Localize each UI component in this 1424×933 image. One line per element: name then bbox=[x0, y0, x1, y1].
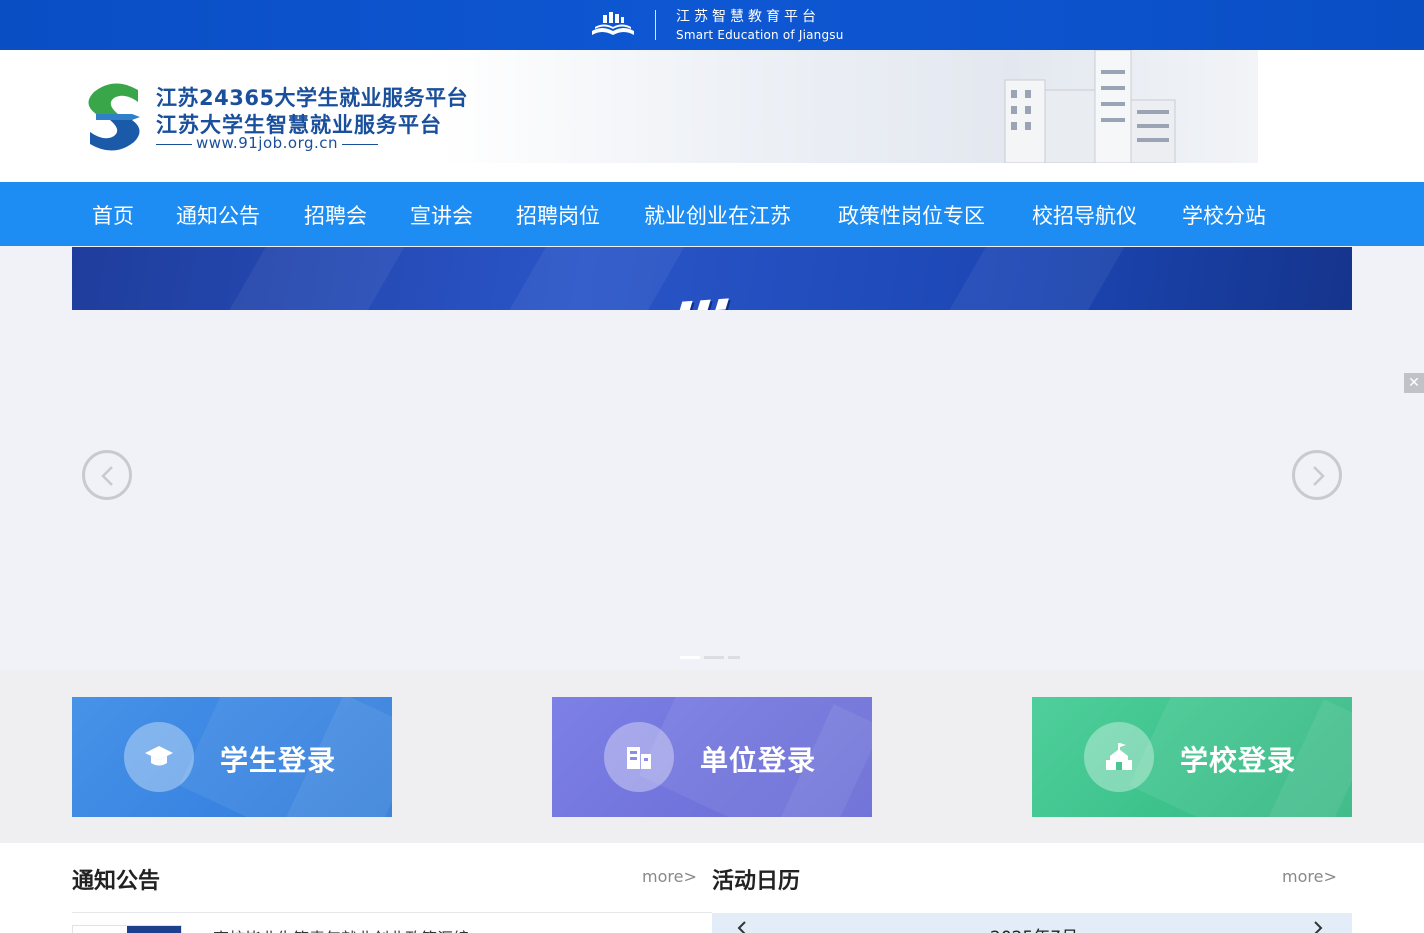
carousel-prev-button[interactable] bbox=[82, 450, 132, 500]
activity-calendar: 2025年7月 bbox=[712, 913, 1352, 933]
content-section: 通知公告 more> … 高校毕业生等青年就业创业政策汇编 活动日历 more>… bbox=[0, 843, 1424, 933]
nav-item-employment-jiangsu[interactable]: 就业创业在江苏 bbox=[644, 200, 791, 230]
school-icon bbox=[1084, 722, 1154, 792]
building-icon bbox=[604, 722, 674, 792]
carousel-next-button[interactable] bbox=[1292, 450, 1342, 500]
top-brand-bar: 江苏智慧教育平台 Smart Education of Jiangsu bbox=[0, 0, 1424, 50]
notice-list-item[interactable]: … 高校毕业生等青年就业创业政策汇编 bbox=[192, 925, 469, 933]
calendar-section-title: 活动日历 bbox=[712, 869, 801, 894]
school-login-label: 学校登录 bbox=[1180, 744, 1297, 777]
graduation-cap-icon bbox=[124, 722, 194, 792]
nav-item-job-positions[interactable]: 招聘岗位 bbox=[516, 200, 600, 230]
student-login-button[interactable]: 学生登录 bbox=[72, 697, 392, 817]
unit-login-label: 单位登录 bbox=[700, 744, 817, 777]
carousel-dot[interactable] bbox=[728, 656, 740, 659]
nav-item-job-fairs[interactable]: 招聘会 bbox=[304, 200, 367, 230]
site-header: 江苏24365大学生就业服务平台 江苏大学生智慧就业服务平台 www.91job… bbox=[0, 50, 1424, 182]
unit-login-button[interactable]: 单位登录 bbox=[552, 697, 872, 817]
notices-divider bbox=[72, 912, 712, 913]
platform-url: www.91job.org.cn bbox=[155, 134, 379, 152]
nav-item-school-branches[interactable]: 学校分站 bbox=[1182, 200, 1266, 230]
notices-more-link[interactable]: more> bbox=[642, 867, 697, 886]
brand-name-cn: 江苏智慧教育平台 bbox=[676, 9, 820, 25]
notices-section-title: 通知公告 bbox=[72, 869, 161, 894]
close-icon[interactable]: ✕ bbox=[1404, 373, 1424, 393]
carousel-dot[interactable] bbox=[680, 656, 700, 659]
campus-building-illustration bbox=[1004, 50, 1176, 163]
chevron-left-icon[interactable] bbox=[736, 921, 748, 933]
platform-title-primary: 江苏24365大学生就业服务平台 bbox=[156, 86, 469, 110]
chevron-right-icon[interactable] bbox=[1312, 921, 1324, 933]
nav-item-info-sessions[interactable]: 宣讲会 bbox=[410, 200, 473, 230]
nav-item-home[interactable]: 首页 bbox=[92, 200, 134, 230]
platform-logo-icon[interactable] bbox=[80, 80, 148, 154]
banner-headline: … bbox=[674, 254, 749, 310]
banner-carousel: … ✕ bbox=[0, 246, 1424, 670]
open-book-logo-icon bbox=[592, 12, 634, 35]
chevron-right-icon bbox=[1313, 466, 1325, 486]
calendar-month-label: 2025年7月 bbox=[990, 923, 1078, 933]
login-section: 学生登录 单位登录 学校登录 bbox=[0, 670, 1424, 843]
brand-name-en: Smart Education of Jiangsu bbox=[676, 28, 844, 42]
calendar-more-link[interactable]: more> bbox=[1282, 867, 1337, 886]
banner-image[interactable]: … bbox=[72, 247, 1352, 310]
main-nav: 首页 通知公告 招聘会 宣讲会 招聘岗位 就业创业在江苏 政策性岗位专区 校招导… bbox=[0, 182, 1424, 246]
carousel-indicators bbox=[680, 656, 740, 660]
notice-thumbnail[interactable] bbox=[72, 925, 182, 933]
carousel-dot[interactable] bbox=[704, 656, 724, 659]
chevron-left-icon bbox=[101, 466, 113, 486]
nav-item-policy-jobs[interactable]: 政策性岗位专区 bbox=[838, 200, 985, 230]
school-login-button[interactable]: 学校登录 bbox=[1032, 697, 1352, 817]
student-login-label: 学生登录 bbox=[220, 744, 337, 777]
brand-divider bbox=[655, 10, 656, 40]
nav-item-notices[interactable]: 通知公告 bbox=[176, 200, 260, 230]
nav-item-campus-recruit-navigator[interactable]: 校招导航仪 bbox=[1032, 200, 1137, 230]
